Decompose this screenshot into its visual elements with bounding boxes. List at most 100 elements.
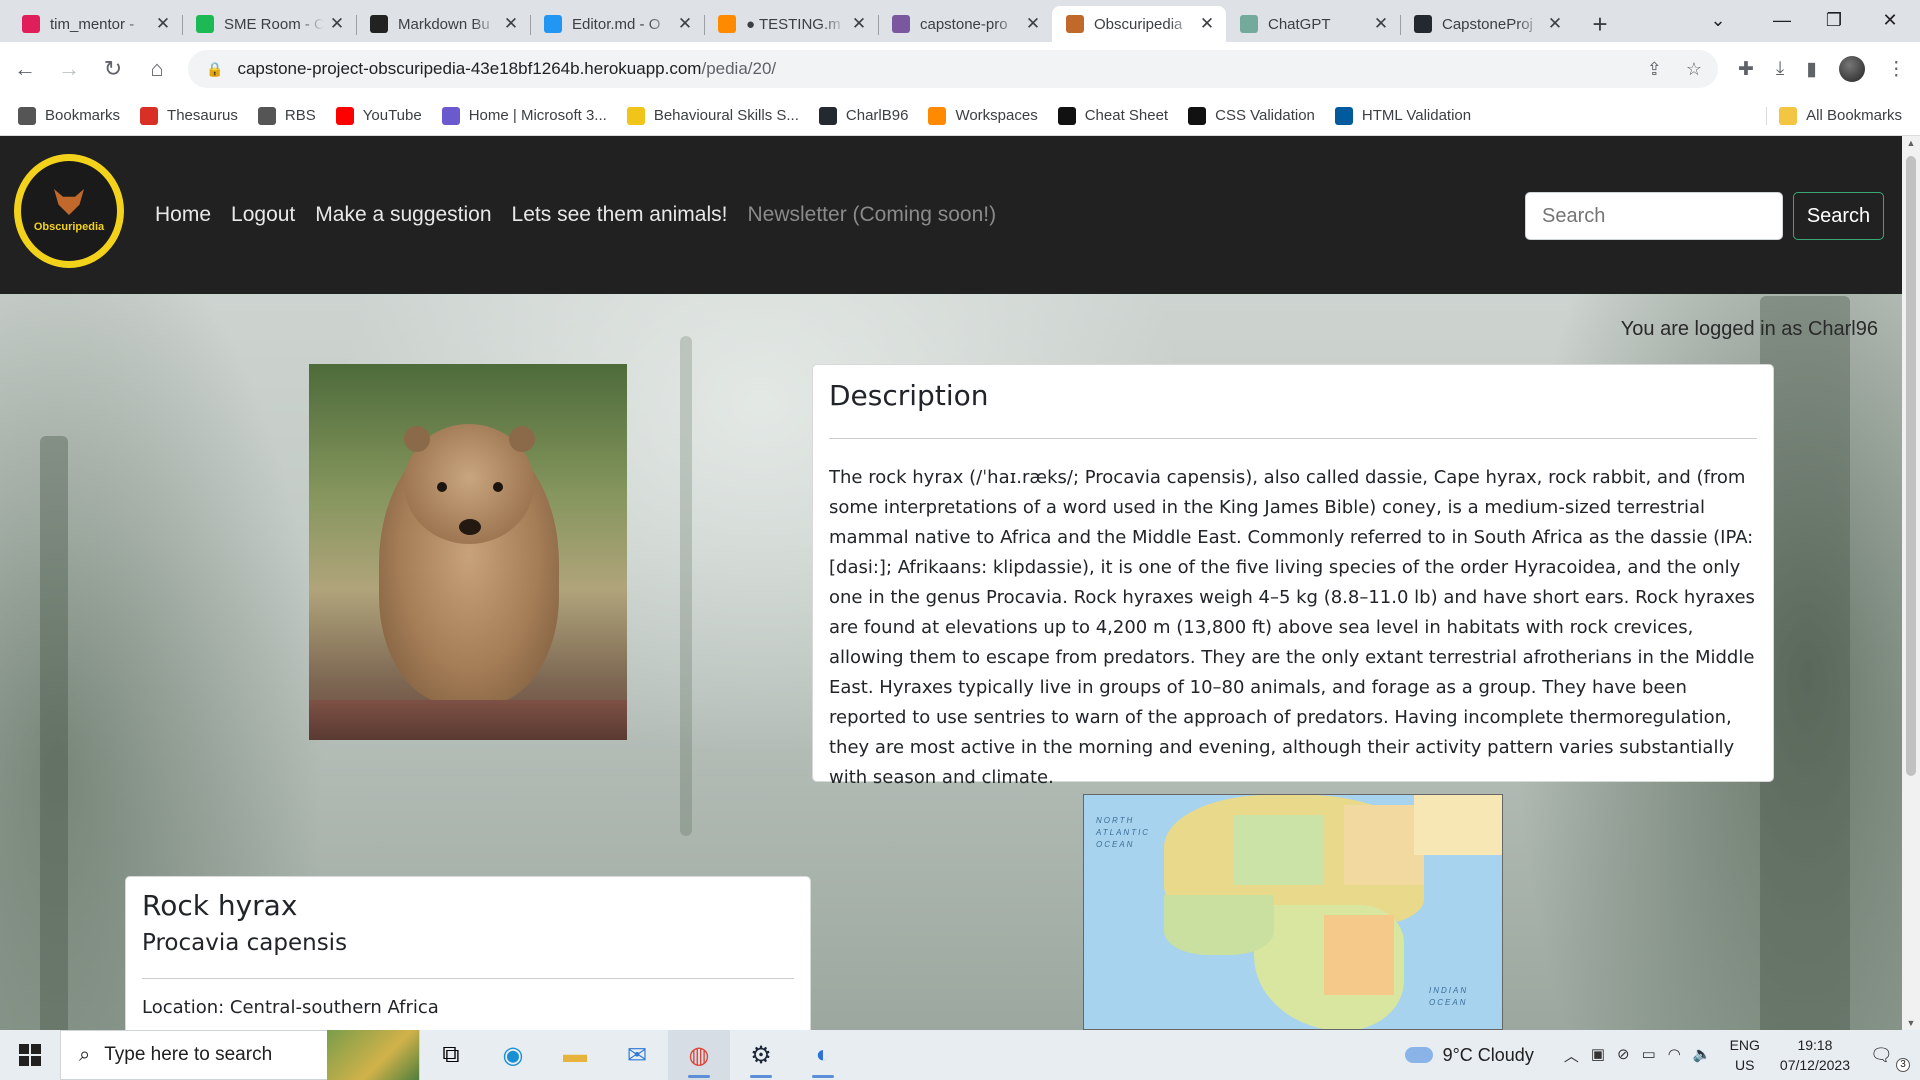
forward-icon[interactable]: → bbox=[50, 50, 88, 88]
file-explorer-icon[interactable]: ▬ bbox=[544, 1030, 606, 1080]
divider bbox=[829, 438, 1757, 439]
editor-md-icon bbox=[544, 15, 562, 33]
task-view-icon[interactable]: ⧉ bbox=[420, 1030, 482, 1080]
scroll-up-icon[interactable]: ▲ bbox=[1902, 138, 1920, 148]
bookmark-label: YouTube bbox=[362, 107, 422, 124]
browser-tab[interactable]: tim_mentor - ✕ bbox=[8, 6, 182, 42]
close-window-icon[interactable]: ✕ bbox=[1862, 0, 1918, 40]
scrollbar-thumb[interactable] bbox=[1906, 156, 1916, 776]
bookmark-item[interactable]: CharlB96 bbox=[818, 106, 908, 125]
volume-icon[interactable]: 🔈 bbox=[1693, 1045, 1712, 1066]
close-tab-icon[interactable]: ✕ bbox=[850, 14, 868, 34]
map-label-atlantic: NORTH ATLANTIC OCEAN bbox=[1096, 816, 1151, 849]
nav-home[interactable]: Home bbox=[155, 203, 211, 227]
bookmark-item[interactable]: Thesaurus bbox=[140, 106, 238, 125]
extensions-icon[interactable]: ✚ bbox=[1738, 58, 1754, 81]
maximize-icon[interactable]: ❐ bbox=[1806, 0, 1862, 40]
chevron-up-icon[interactable]: ︿ bbox=[1564, 1045, 1579, 1066]
nav-logout[interactable]: Logout bbox=[231, 203, 295, 227]
edge-icon[interactable]: ◉ bbox=[482, 1030, 544, 1080]
weather-widget[interactable]: 9°C Cloudy bbox=[1404, 1045, 1534, 1066]
download-icon[interactable]: ⤓ bbox=[1776, 58, 1784, 80]
tab-search-icon[interactable]: ⌄ bbox=[1690, 0, 1746, 40]
close-tab-icon[interactable]: ✕ bbox=[1372, 14, 1390, 34]
home-icon[interactable]: ⌂ bbox=[138, 50, 176, 88]
profile-avatar[interactable] bbox=[1838, 56, 1865, 82]
page-viewport: Obscuripedia Home Logout Make a suggesti… bbox=[0, 136, 1902, 1030]
close-tab-icon[interactable]: ✕ bbox=[1198, 14, 1216, 34]
bookmark-label: RBS bbox=[284, 107, 316, 124]
taskbar-search[interactable]: ⌕ Type here to search bbox=[60, 1030, 420, 1080]
tab-label: capstone-pro bbox=[920, 15, 1008, 33]
hyrax-ear bbox=[404, 426, 430, 452]
youtube-icon bbox=[335, 106, 354, 125]
steam-icon[interactable]: ⚙ bbox=[730, 1030, 792, 1080]
back-icon[interactable]: ← bbox=[6, 50, 44, 88]
browser-tab[interactable]: SME Room - C ✕ bbox=[182, 6, 356, 42]
lang-top: ENG bbox=[1729, 1037, 1760, 1053]
close-tab-icon[interactable]: ✕ bbox=[676, 14, 694, 34]
page-scrollbar[interactable]: ▲ ▼ bbox=[1902, 136, 1920, 1030]
site-search-button[interactable]: Search bbox=[1793, 192, 1884, 240]
url-field[interactable]: 🔒 capstone-project-obscuripedia-43e18bf1… bbox=[188, 50, 1718, 88]
side-panel-icon[interactable]: ▮ bbox=[1806, 58, 1816, 81]
bookmark-item[interactable]: CSS Validation bbox=[1188, 106, 1315, 125]
bookmark-star-icon[interactable]: ☆ bbox=[1686, 59, 1702, 80]
bookmark-item[interactable]: RBS bbox=[257, 106, 316, 125]
new-tab-button[interactable]: + bbox=[1582, 6, 1618, 42]
bookmark-label: Behavioural Skills S... bbox=[653, 107, 799, 124]
description-card: Description The rock hyrax (/ˈhaɪ.ræks/;… bbox=[812, 364, 1774, 788]
nav-newsletter: Newsletter (Coming soon!) bbox=[747, 203, 997, 226]
close-tab-icon[interactable]: ✕ bbox=[1024, 14, 1042, 34]
menu-icon[interactable]: ⋮ bbox=[1887, 58, 1906, 81]
browser-tab[interactable]: Obscuripedia ✕ bbox=[1052, 6, 1226, 42]
mail-icon[interactable]: ✉ bbox=[606, 1030, 668, 1080]
close-tab-icon[interactable]: ✕ bbox=[328, 14, 346, 34]
battery-icon[interactable]: ▭ bbox=[1642, 1045, 1656, 1066]
clock-time: 19:18 bbox=[1797, 1037, 1833, 1053]
lock-icon[interactable]: 🔒 bbox=[206, 61, 223, 78]
wifi-icon[interactable]: ◠ bbox=[1668, 1045, 1681, 1066]
rock-ledge bbox=[309, 700, 627, 740]
minimize-icon[interactable]: — bbox=[1754, 0, 1810, 40]
reload-icon[interactable]: ↻ bbox=[94, 50, 132, 88]
notification-center-icon[interactable]: 🗨 3 bbox=[1870, 1045, 1910, 1072]
all-bookmarks[interactable]: All Bookmarks bbox=[1766, 106, 1902, 125]
firefox-icon[interactable]: ◐ bbox=[792, 1030, 854, 1080]
close-tab-icon[interactable]: ✕ bbox=[1546, 14, 1564, 34]
nav-animals[interactable]: Lets see them animals! bbox=[512, 203, 728, 227]
browser-tab[interactable]: Editor.md - O ✕ bbox=[530, 6, 704, 42]
site-search-input[interactable] bbox=[1525, 192, 1783, 240]
tab-label: tim_mentor - bbox=[50, 15, 135, 33]
scroll-down-icon[interactable]: ▼ bbox=[1902, 1018, 1920, 1028]
bookmark-item[interactable]: Bookmarks bbox=[18, 106, 120, 125]
chrome-icon[interactable]: ◍ bbox=[668, 1030, 730, 1080]
green-circle-icon bbox=[196, 15, 214, 33]
close-tab-icon[interactable]: ✕ bbox=[154, 14, 172, 34]
system-tray: 9°C Cloudy ︿ ▣ ⊘ ▭ ◠ 🔈 ENG US 19:18 07/1… bbox=[1404, 1030, 1920, 1080]
bookmark-item[interactable]: HTML Validation bbox=[1334, 106, 1471, 125]
site-navbar: Obscuripedia Home Logout Make a suggesti… bbox=[0, 136, 1902, 294]
nav-make-suggestion[interactable]: Make a suggestion bbox=[315, 203, 491, 227]
browser-tab[interactable]: capstone-pro ✕ bbox=[878, 6, 1052, 42]
tray-icons: ︿ ▣ ⊘ ▭ ◠ 🔈 bbox=[1564, 1045, 1712, 1066]
bookmark-item[interactable]: Workspaces bbox=[928, 106, 1038, 125]
bookmark-item[interactable]: Home | Microsoft 3... bbox=[441, 106, 607, 125]
network-error-icon[interactable]: ⊘ bbox=[1617, 1045, 1630, 1066]
site-logo[interactable]: Obscuripedia bbox=[14, 154, 124, 268]
bookmark-item[interactable]: YouTube bbox=[335, 106, 422, 125]
tab-label: Obscuripedia bbox=[1094, 15, 1183, 33]
tray-app-icon[interactable]: ▣ bbox=[1591, 1045, 1605, 1066]
browser-tab[interactable]: CapstoneProj ✕ bbox=[1400, 6, 1574, 42]
clock[interactable]: 19:18 07/12/2023 bbox=[1780, 1035, 1850, 1075]
share-icon[interactable]: ⇪ bbox=[1647, 59, 1662, 80]
start-button[interactable] bbox=[0, 1030, 60, 1080]
folder-icon bbox=[1779, 106, 1798, 125]
language-indicator[interactable]: ENG US bbox=[1730, 1035, 1760, 1075]
browser-tab[interactable]: ChatGPT ✕ bbox=[1226, 6, 1400, 42]
bookmark-item[interactable]: Cheat Sheet bbox=[1057, 106, 1168, 125]
browser-tab[interactable]: Markdown Bu ✕ bbox=[356, 6, 530, 42]
bookmark-item[interactable]: Behavioural Skills S... bbox=[626, 106, 799, 125]
close-tab-icon[interactable]: ✕ bbox=[502, 14, 520, 34]
browser-tab[interactable]: ● TESTING.m ✕ bbox=[704, 6, 878, 42]
